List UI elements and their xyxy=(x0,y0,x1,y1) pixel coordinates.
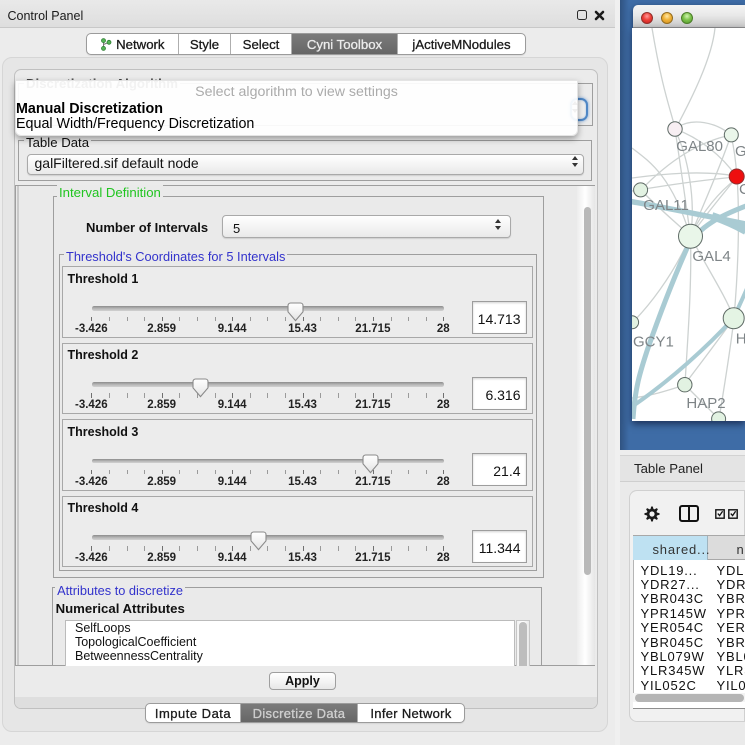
svg-text:GAL4: GAL4 xyxy=(692,248,730,265)
svg-text:C: C xyxy=(739,181,745,198)
svg-text:HAP2: HAP2 xyxy=(686,395,725,412)
svg-text:GAL80: GAL80 xyxy=(676,138,723,155)
svg-text:H: H xyxy=(735,330,745,347)
svg-text:GAL11: GAL11 xyxy=(643,197,689,214)
svg-text:GA: GA xyxy=(735,143,745,160)
svg-text:GCY1: GCY1 xyxy=(633,333,674,350)
